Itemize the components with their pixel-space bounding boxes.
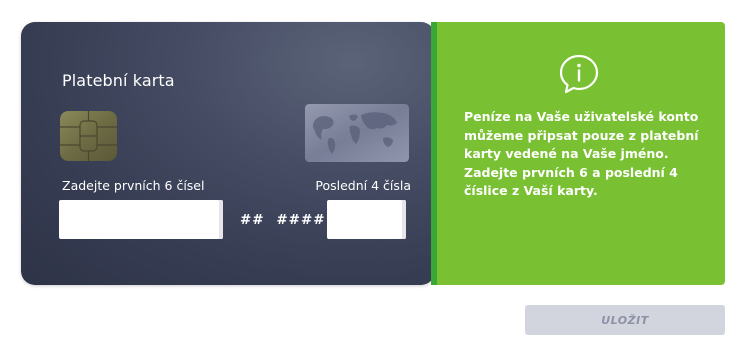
card-hologram-icon xyxy=(305,104,409,162)
first-digits-label: Zadejte prvních 6 čísel xyxy=(62,178,205,193)
card-title: Platební karta xyxy=(62,71,175,90)
card-chip-icon xyxy=(60,111,117,161)
first-digits-input[interactable] xyxy=(59,200,223,239)
last-digits-input[interactable] xyxy=(327,200,406,239)
info-panel-edge xyxy=(431,22,437,285)
info-panel: Peníze na Vaše uživatelské konto můžeme … xyxy=(431,22,725,285)
payment-card: Platební karta Zadejte prvních 6 čísel P… xyxy=(21,22,435,285)
last-digits-label: Poslední 4 čísla xyxy=(315,178,411,193)
chat-info-icon xyxy=(558,53,600,95)
masked-middle-digits: ## #### xyxy=(240,212,326,228)
payment-card-form: Platební karta Zadejte prvních 6 čísel P… xyxy=(21,22,725,285)
save-button[interactable]: ULOŽIT xyxy=(525,305,725,335)
info-text: Peníze na Vaše uživatelské konto můžeme … xyxy=(464,109,699,198)
